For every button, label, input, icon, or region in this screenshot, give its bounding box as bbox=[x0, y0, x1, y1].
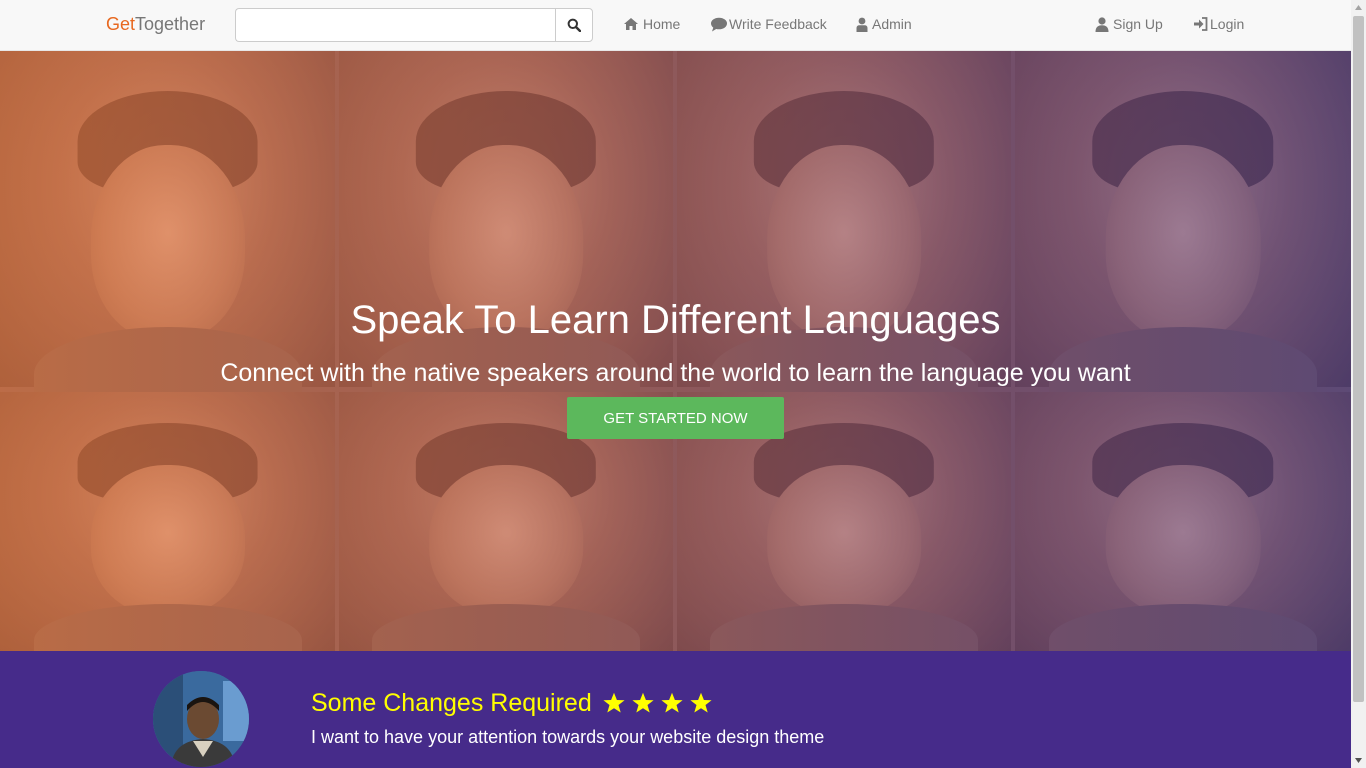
nav-sign-up-label: Sign Up bbox=[1113, 16, 1163, 32]
page-scrollbar[interactable] bbox=[1351, 0, 1366, 768]
nav-home-label: Home bbox=[643, 16, 681, 32]
nav-login-label: Login bbox=[1210, 16, 1245, 32]
navbar: GetTogether Home Write Feedback Admin Si… bbox=[0, 0, 1351, 51]
nav-admin[interactable]: Admin bbox=[856, 16, 912, 32]
nav-write-feedback[interactable]: Write Feedback bbox=[710, 16, 827, 32]
scroll-down-arrow[interactable] bbox=[1351, 753, 1366, 768]
brand-suffix: Together bbox=[135, 14, 206, 34]
review-header: Some Changes Required bbox=[311, 689, 713, 718]
user-icon bbox=[856, 17, 868, 32]
hero-title: Speak To Learn Different Languages bbox=[350, 298, 1001, 342]
rating-stars bbox=[602, 692, 713, 715]
search-icon bbox=[567, 18, 581, 32]
caret-up-icon bbox=[1355, 5, 1362, 10]
nav-login[interactable]: Login bbox=[1193, 16, 1244, 32]
caret-down-icon bbox=[1355, 758, 1362, 763]
nav-sign-up[interactable]: Sign Up bbox=[1095, 16, 1163, 32]
scroll-thumb[interactable] bbox=[1353, 16, 1364, 702]
nav-home[interactable]: Home bbox=[623, 16, 680, 32]
search-input[interactable] bbox=[235, 8, 555, 42]
get-started-button[interactable]: GET STARTED NOW bbox=[567, 397, 784, 439]
star-icon bbox=[690, 692, 712, 713]
testimonial-section: Some Changes Required I want to have you… bbox=[0, 651, 1351, 768]
star-icon bbox=[632, 692, 654, 713]
star-icon bbox=[661, 692, 683, 713]
star-icon bbox=[603, 692, 625, 713]
reviewer-photo bbox=[153, 671, 249, 767]
hero-banner: Speak To Learn Different Languages Conne… bbox=[0, 51, 1351, 651]
user-icon bbox=[1095, 16, 1109, 32]
nav-admin-label: Admin bbox=[872, 16, 912, 32]
home-icon bbox=[624, 18, 638, 30]
brand-prefix: Get bbox=[106, 14, 136, 34]
login-icon bbox=[1194, 17, 1208, 31]
reviewer-avatar bbox=[153, 671, 249, 767]
brand-logo[interactable]: GetTogether bbox=[106, 14, 205, 35]
search-group bbox=[235, 8, 593, 42]
hero-color-overlay bbox=[0, 51, 1351, 651]
review-text: I want to have your attention towards yo… bbox=[311, 727, 825, 747]
nav-feedback-label: Write Feedback bbox=[729, 16, 827, 32]
hero-subtitle: Connect with the native speakers around … bbox=[220, 359, 1131, 387]
scroll-up-arrow[interactable] bbox=[1351, 0, 1366, 15]
review-title: Some Changes Required bbox=[311, 689, 592, 717]
search-button[interactable] bbox=[555, 8, 593, 42]
comment-icon bbox=[711, 17, 727, 31]
